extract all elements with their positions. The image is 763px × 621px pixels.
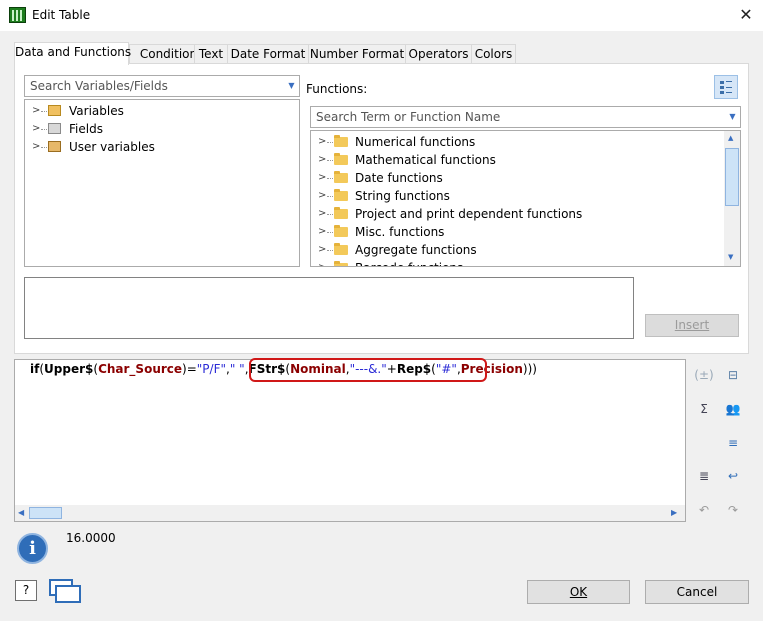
folder-icon bbox=[334, 261, 348, 266]
insert-button-label: Insert bbox=[674, 318, 710, 332]
function-category[interactable]: > Date functions bbox=[311, 169, 721, 187]
tree-item-fields[interactable]: > Fields bbox=[25, 120, 295, 138]
tree-item-variables[interactable]: > Variables bbox=[25, 102, 295, 120]
variables-search-placeholder: Search Variables/Fields bbox=[30, 79, 168, 93]
chevron-right-icon[interactable]: > bbox=[32, 102, 40, 120]
chevron-down-icon[interactable]: ▼ bbox=[284, 76, 299, 96]
tab-date-format[interactable]: Date Format bbox=[227, 44, 309, 64]
tree-item-label: User variables bbox=[69, 140, 155, 154]
function-category[interactable]: > Mathematical functions bbox=[311, 151, 721, 169]
variables-icon bbox=[48, 105, 61, 116]
insert-button[interactable]: Insert bbox=[645, 314, 739, 337]
indent-icon[interactable]: ≡ bbox=[723, 433, 743, 453]
expression-token: ))) bbox=[522, 362, 537, 376]
expression-token: if bbox=[30, 362, 40, 376]
expression-editor[interactable] bbox=[14, 359, 686, 522]
function-category[interactable]: > Project and print dependent functions bbox=[311, 205, 721, 223]
field-icon[interactable]: ⊟ bbox=[723, 365, 743, 385]
folder-icon bbox=[334, 207, 348, 219]
tab-colors[interactable]: Colors bbox=[471, 44, 516, 64]
app-icon bbox=[9, 7, 26, 23]
expression-token: Upper$ bbox=[44, 362, 94, 376]
function-category[interactable]: > Aggregate functions bbox=[311, 241, 721, 259]
result-value: 16.0000 bbox=[66, 531, 116, 545]
tree-item-label: Fields bbox=[69, 122, 103, 136]
user-variables-icon bbox=[48, 141, 61, 152]
ok-button[interactable]: OK bbox=[527, 580, 630, 604]
chevron-right-icon[interactable]: > bbox=[32, 138, 40, 156]
scrollbar-thumb[interactable] bbox=[725, 148, 739, 206]
tab-text[interactable]: Text bbox=[194, 44, 228, 64]
tab-number-format[interactable]: Number Format bbox=[308, 44, 406, 64]
function-description bbox=[24, 277, 634, 339]
undo-icon[interactable]: ↶ bbox=[694, 500, 714, 520]
title-bar: Edit Table ✕ bbox=[0, 0, 763, 31]
folder-icon bbox=[334, 153, 348, 165]
folder-icon bbox=[334, 225, 348, 237]
variables-tree: > Variables > Fields > User variables bbox=[24, 99, 300, 267]
functions-tree: > Numerical functions > Mathematical funct… bbox=[310, 130, 741, 267]
users-icon[interactable]: 👥 bbox=[723, 399, 743, 419]
tree-item-user-variables[interactable]: > User variables bbox=[25, 138, 295, 156]
brackets-icon[interactable]: (±) bbox=[694, 365, 714, 385]
ok-button-label: OK bbox=[569, 585, 588, 599]
function-category[interactable]: >Barcode functions bbox=[311, 259, 721, 266]
horizontal-scrollbar[interactable]: ◀ ▶ bbox=[15, 505, 685, 521]
fields-icon bbox=[48, 123, 61, 134]
function-category[interactable]: > Numerical functions bbox=[311, 133, 721, 151]
functions-scrollbar[interactable]: ▲ ▼ bbox=[724, 131, 740, 266]
expression-token: " " bbox=[229, 362, 245, 376]
function-category[interactable]: > String functions bbox=[311, 187, 721, 205]
redo-icon[interactable]: ↷ bbox=[723, 500, 743, 520]
folder-icon bbox=[334, 135, 348, 147]
functions-label: Functions: bbox=[306, 82, 368, 96]
functions-search-placeholder: Search Term or Function Name bbox=[316, 110, 501, 124]
tab-data-and-functions[interactable]: Data and Functions bbox=[14, 42, 131, 65]
windows-icon[interactable] bbox=[48, 578, 82, 604]
tree-view-toggle-icon[interactable] bbox=[714, 75, 738, 99]
window-title: Edit Table bbox=[32, 8, 91, 22]
close-icon[interactable]: ✕ bbox=[735, 4, 757, 26]
chevron-down-icon[interactable]: ▼ bbox=[725, 107, 740, 127]
line-break-icon[interactable]: ↩ bbox=[723, 466, 743, 486]
folder-icon bbox=[334, 243, 348, 255]
highlight-annotation bbox=[249, 358, 487, 382]
scrollbar-thumb[interactable] bbox=[29, 507, 62, 519]
functions-search-input[interactable]: Search Term or Function Name ▼ bbox=[310, 106, 741, 128]
info-icon: i bbox=[17, 533, 48, 564]
cancel-button[interactable]: Cancel bbox=[645, 580, 749, 604]
expression-token: )= bbox=[182, 362, 197, 376]
function-category[interactable]: > Misc. functions bbox=[311, 223, 721, 241]
folder-icon bbox=[334, 189, 348, 201]
chevron-right-icon[interactable]: > bbox=[32, 120, 40, 138]
expression-token: "P/F" bbox=[196, 362, 227, 376]
tree-item-label: Variables bbox=[69, 104, 124, 118]
wrap-icon[interactable]: ≣ bbox=[694, 466, 714, 486]
sum-icon[interactable]: Σ bbox=[694, 399, 714, 419]
tab-operators[interactable]: Operators bbox=[405, 44, 472, 64]
variables-search-input[interactable]: Search Variables/Fields ▼ bbox=[24, 75, 300, 97]
folder-icon bbox=[334, 171, 348, 183]
expression-token: Char_Source bbox=[98, 362, 183, 376]
help-icon[interactable]: ? bbox=[15, 580, 37, 601]
cancel-button-label: Cancel bbox=[676, 585, 718, 599]
